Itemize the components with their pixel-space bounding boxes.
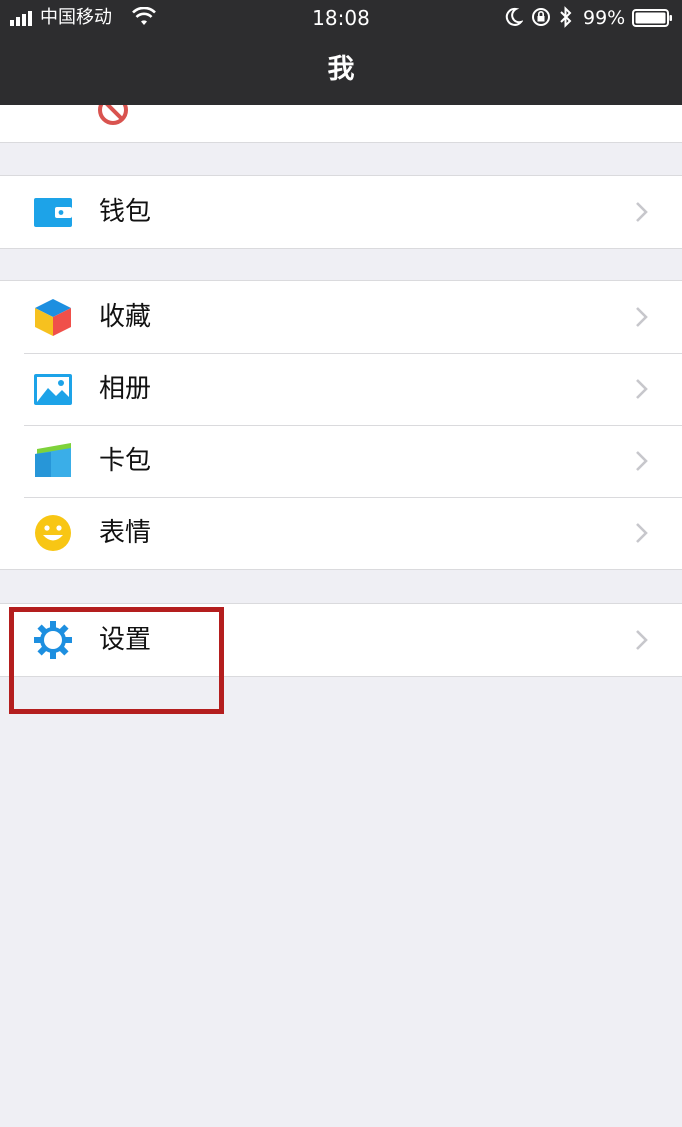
- cell-label: 收藏: [99, 302, 152, 332]
- chevron-right-icon: [636, 523, 648, 543]
- album-picture-icon: [34, 374, 72, 405]
- cell-label: 相册: [99, 374, 152, 404]
- smiley-icon: [35, 515, 71, 551]
- battery-percent: 99%: [583, 7, 626, 29]
- cell-card-wallet[interactable]: 卡包: [0, 425, 682, 497]
- moon-icon: [505, 7, 523, 26]
- battery-icon: [632, 9, 672, 27]
- wallet-icon: [34, 198, 72, 227]
- chevron-right-icon: [636, 379, 648, 399]
- cell-label: 表情: [99, 518, 152, 548]
- chevron-right-icon: [636, 451, 648, 471]
- highlight-box: [9, 607, 224, 714]
- partial-cell[interactable]: [0, 105, 682, 143]
- status-time: 18:08: [312, 6, 370, 30]
- blocked-icon: [98, 105, 128, 125]
- favorites-cube-icon: [35, 299, 71, 336]
- bluetooth-icon: [560, 6, 572, 28]
- cell-stickers[interactable]: 表情: [0, 497, 682, 569]
- chevron-right-icon: [636, 630, 648, 650]
- chevron-right-icon: [636, 202, 648, 222]
- cell-label: 卡包: [99, 446, 152, 476]
- card-wallet-icon: [35, 443, 71, 477]
- cell-wallet[interactable]: 钱包: [0, 176, 682, 248]
- cell-album[interactable]: 相册: [0, 353, 682, 425]
- cell-favorites[interactable]: 收藏: [0, 281, 682, 353]
- top-bar: 中国移动 18:08 99% 我: [0, 0, 682, 105]
- group-wallet: 钱包: [0, 175, 682, 249]
- status-bar: 中国移动 18:08 99%: [0, 0, 682, 36]
- chevron-right-icon: [636, 307, 648, 327]
- page-title: 我: [327, 54, 355, 85]
- group-collections: 收藏 相册 卡包 表情: [0, 280, 682, 570]
- rotation-lock-icon: [532, 8, 550, 26]
- cell-label: 钱包: [99, 197, 152, 227]
